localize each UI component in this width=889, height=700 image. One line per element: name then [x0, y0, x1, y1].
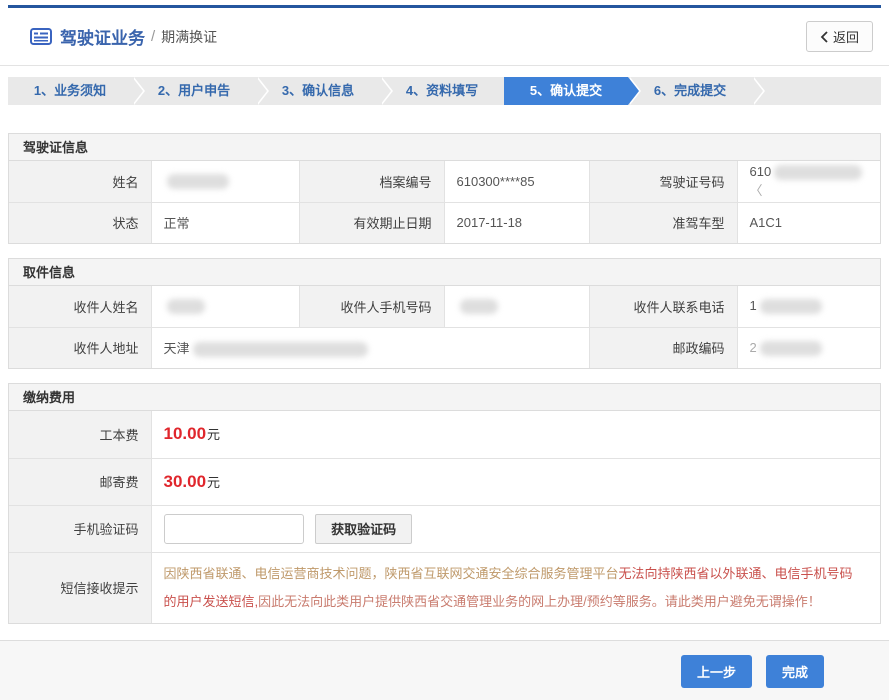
pickup-info-section: 取件信息 收件人姓名 收件人手机号码 收件人联系电话 1 收件人地址 天津 邮政…: [8, 258, 881, 369]
currency-unit: 元: [207, 475, 220, 490]
recipient-mobile-value: [444, 286, 589, 327]
masked-value: [760, 299, 822, 314]
sms-notice-text: 因陕西省联通、电信运营商技术问题，陕西省互联网交通安全综合服务管理平台无法向持陕…: [151, 552, 880, 623]
expiry-date-label: 有效期止日期: [299, 202, 444, 243]
back-button-label: 返回: [833, 27, 859, 46]
step-tab-2-user-declaration[interactable]: 2、用户申告: [132, 77, 256, 105]
recipient-name-label: 收件人姓名: [9, 286, 151, 327]
recipient-address-prefix: 天津: [164, 341, 190, 356]
fees-section: 缴纳费用 工本费 10.00元 邮寄费 30.00元 手机验证码 获取验证码 短…: [8, 383, 881, 624]
page-header: 驾驶证业务 / 期满换证 返回: [0, 8, 889, 66]
recipient-address-label: 收件人地址: [9, 327, 151, 368]
file-number-label: 档案编号: [299, 161, 444, 202]
table-row: 手机验证码 获取验证码: [9, 505, 880, 552]
fees-table: 工本费 10.00元 邮寄费 30.00元 手机验证码 获取验证码 短信接收提示…: [9, 411, 880, 623]
masked-value: [193, 342, 368, 357]
recipient-phone-prefix: 1: [750, 298, 757, 313]
step-tab-5-confirm-submit[interactable]: 5、确认提交: [504, 77, 628, 105]
table-row: 姓名 档案编号 610300****85 驾驶证号码 610 〈: [9, 161, 880, 202]
step-tab-3-confirm-info[interactable]: 3、确认信息: [256, 77, 380, 105]
step-tab-4-fill-materials[interactable]: 4、资料填写: [380, 77, 504, 105]
captcha-label: 手机验证码: [9, 505, 151, 552]
zip-code-label: 邮政编码: [589, 327, 737, 368]
table-row: 收件人姓名 收件人手机号码 收件人联系电话 1: [9, 286, 880, 327]
footer-action-bar: 上一步 完成: [0, 640, 889, 700]
status-value: 正常: [151, 202, 299, 243]
get-captcha-button[interactable]: 获取验证码: [315, 514, 412, 544]
license-info-section: 驾驶证信息 姓名 档案编号 610300****85 驾驶证号码 610 〈 状态…: [8, 133, 881, 244]
mail-fee-amount: 30.00: [164, 472, 207, 491]
masked-value: [760, 341, 822, 356]
pickup-info-section-title: 取件信息: [9, 259, 880, 286]
step-progress-bar: 1、业务须知 2、用户申告 3、确认信息 4、资料填写 5、确认提交 6、完成提…: [8, 77, 881, 105]
recipient-address-value: 天津: [151, 327, 589, 368]
page-subtitle: 期满换证: [161, 27, 217, 47]
recipient-phone-label: 收件人联系电话: [589, 286, 737, 327]
table-row: 短信接收提示 因陕西省联通、电信运营商技术问题，陕西省互联网交通安全综合服务管理…: [9, 552, 880, 623]
captcha-cell: 获取验证码: [151, 505, 880, 552]
name-value: [151, 161, 299, 202]
masked-value: [167, 174, 229, 189]
vehicle-class-value: A1C1: [737, 202, 880, 243]
table-row: 收件人地址 天津 邮政编码 2: [9, 327, 880, 368]
table-row: 邮寄费 30.00元: [9, 458, 880, 505]
license-info-table: 姓名 档案编号 610300****85 驾驶证号码 610 〈 状态 正常 有效…: [9, 161, 880, 243]
title-separator: /: [151, 28, 155, 45]
recipient-phone-value: 1: [737, 286, 880, 327]
recipient-mobile-label: 收件人手机号码: [299, 286, 444, 327]
license-number-suffix: 〈: [750, 183, 763, 198]
license-number-prefix: 610: [750, 164, 772, 179]
previous-step-button[interactable]: 上一步: [681, 655, 752, 688]
chevron-left-icon: [820, 31, 828, 43]
sms-notice-part3: 因此无法向此类用户提供陕西省交通管理业务的网上办理/预约等服务。请此类用户避免无…: [258, 594, 821, 609]
table-row: 工本费 10.00元: [9, 411, 880, 458]
fees-section-title: 缴纳费用: [9, 384, 880, 411]
production-fee-amount: 10.00: [164, 424, 207, 443]
back-button[interactable]: 返回: [806, 21, 873, 52]
sms-notice-part1: 因陕西省联通、电信运营商技术问题，陕西省互联网交通安全综合服务管理平台: [164, 566, 619, 581]
table-row: 状态 正常 有效期止日期 2017-11-18 准驾车型 A1C1: [9, 202, 880, 243]
captcha-input[interactable]: [164, 514, 304, 544]
step-tab-6-complete-submit[interactable]: 6、完成提交: [628, 77, 752, 105]
license-number-value: 610 〈: [737, 161, 880, 202]
status-label: 状态: [9, 202, 151, 243]
license-info-section-title: 驾驶证信息: [9, 134, 880, 161]
masked-value: [167, 299, 205, 314]
page-title: 驾驶证业务: [60, 24, 145, 49]
finish-button[interactable]: 完成: [766, 655, 824, 688]
expiry-date-value: 2017-11-18: [444, 202, 589, 243]
pickup-info-table: 收件人姓名 收件人手机号码 收件人联系电话 1 收件人地址 天津 邮政编码 2: [9, 286, 880, 368]
license-service-icon: [30, 28, 52, 45]
currency-unit: 元: [207, 427, 220, 442]
license-number-label: 驾驶证号码: [589, 161, 737, 202]
masked-value: [774, 165, 862, 180]
production-fee-value: 10.00元: [151, 411, 880, 458]
vehicle-class-label: 准驾车型: [589, 202, 737, 243]
mail-fee-label: 邮寄费: [9, 458, 151, 505]
name-label: 姓名: [9, 161, 151, 202]
file-number-value: 610300****85: [444, 161, 589, 202]
sms-notice-label: 短信接收提示: [9, 552, 151, 623]
zip-code-prefix: 2: [750, 340, 757, 355]
mail-fee-value: 30.00元: [151, 458, 880, 505]
zip-code-value: 2: [737, 327, 880, 368]
step-tab-1-business-notice[interactable]: 1、业务须知: [8, 77, 132, 105]
masked-value: [460, 299, 498, 314]
recipient-name-value: [151, 286, 299, 327]
production-fee-label: 工本费: [9, 411, 151, 458]
